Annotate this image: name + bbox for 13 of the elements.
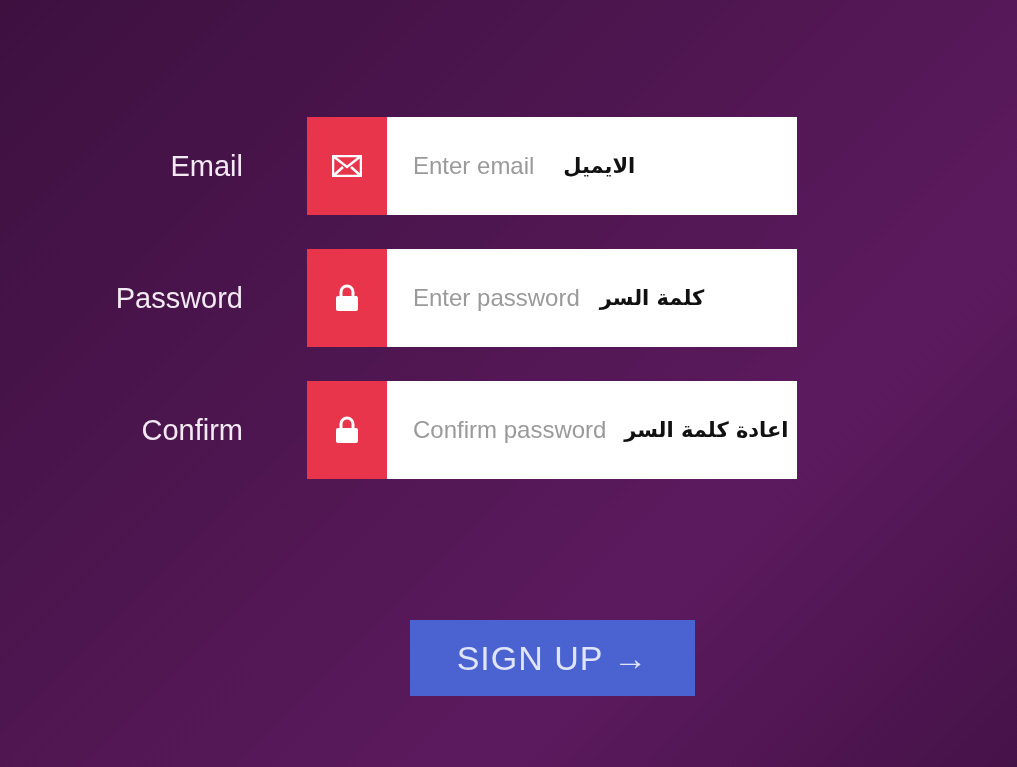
lock-icon: [334, 284, 360, 312]
input-field[interactable]: Confirm password: [413, 416, 613, 444]
field-label: Email: [170, 149, 243, 183]
field-label: Password: [115, 281, 243, 315]
lock-icon: [334, 416, 360, 444]
input-field[interactable]: Enter email: [413, 152, 552, 180]
sign-up-button[interactable]: SIGN UP →: [410, 620, 695, 696]
annotation-text: اعادة كلمة السر: [624, 418, 789, 442]
field-label: Confirm: [141, 413, 243, 447]
annotation-text: كلمة السر: [599, 286, 705, 310]
envelope-icon: [332, 155, 362, 177]
input-field[interactable]: Enter password: [413, 284, 588, 312]
annotation-text: الايميل: [563, 154, 636, 178]
